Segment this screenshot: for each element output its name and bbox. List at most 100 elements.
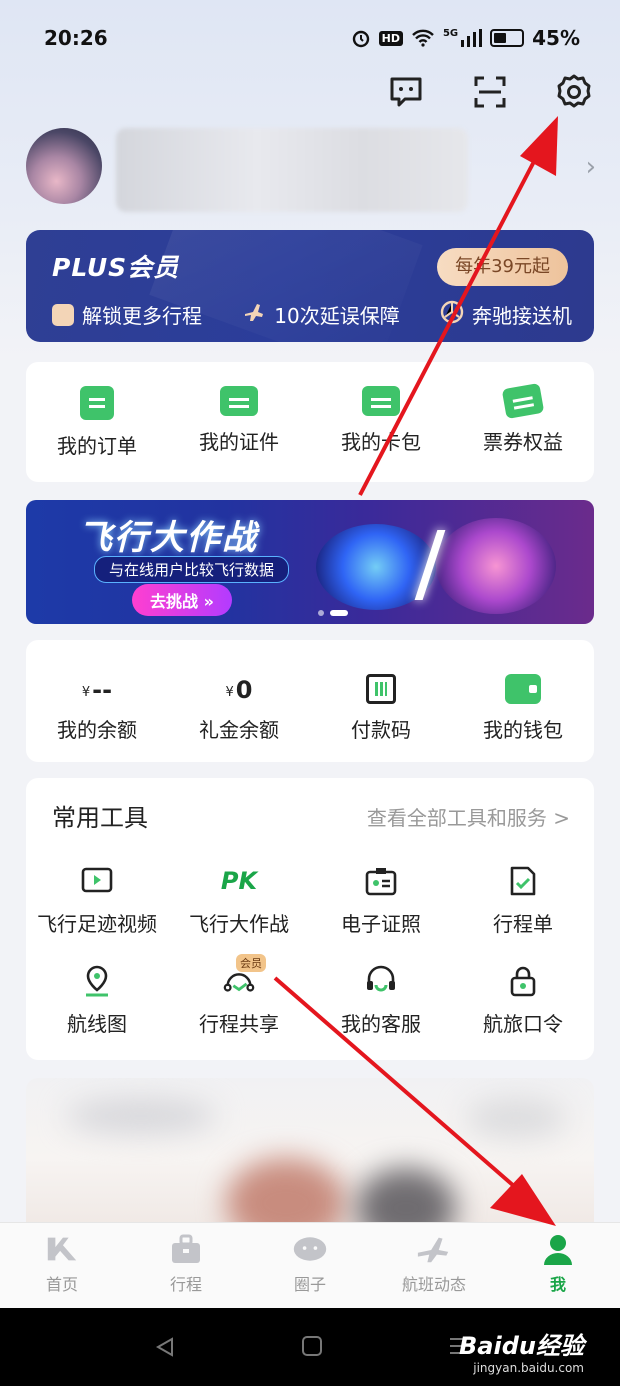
tab-label: 航班动态 xyxy=(401,1275,466,1294)
tab-me[interactable]: 我 xyxy=(496,1223,620,1308)
balance-amount: ¥ -- xyxy=(82,670,112,704)
flight-battle-button[interactable]: PK 飞行大作战 xyxy=(168,864,310,937)
scan-icon[interactable] xyxy=(468,70,512,114)
wallet-label: 礼金余额 xyxy=(199,718,279,742)
benefit-icon xyxy=(440,300,464,329)
back-icon[interactable] xyxy=(154,1336,176,1362)
pk-icon-text: PK xyxy=(220,867,258,895)
challenge-button[interactable]: 去挑战 » xyxy=(132,584,232,616)
avatar[interactable] xyxy=(26,128,102,204)
tab-trips[interactable]: 行程 xyxy=(124,1223,248,1308)
bottom-tab-bar: 首页 行程 圈子 航班动态 我 xyxy=(0,1222,620,1308)
tab-home[interactable]: 首页 xyxy=(0,1223,124,1308)
benefit-item: 奔驰接送机 xyxy=(440,300,572,329)
status-time: 20:26 xyxy=(44,26,108,50)
quick-label: 我的卡包 xyxy=(341,430,421,454)
id-card-icon xyxy=(220,386,258,416)
tool-label: 航旅口令 xyxy=(483,1012,563,1036)
lock-icon xyxy=(506,964,540,998)
hd-badge: HD xyxy=(378,30,403,46)
route-map-button[interactable]: 航线图 xyxy=(26,964,168,1037)
ufo-pink-art xyxy=(436,518,556,614)
view-all-tools-link[interactable]: 查看全部工具和服务 > xyxy=(367,802,570,831)
chevron-right-icon[interactable]: › xyxy=(586,152,596,182)
my-orders-button[interactable]: 我的订单 xyxy=(26,386,168,459)
carousel-dot xyxy=(318,610,324,616)
my-documents-button[interactable]: 我的证件 xyxy=(168,386,310,459)
my-wallet-button[interactable]: 我的钱包 xyxy=(452,670,594,743)
delay-plane-icon xyxy=(242,300,266,329)
watermark-sub: jingyan.baidu.com xyxy=(473,1361,584,1375)
tool-label: 行程共享 xyxy=(199,1012,279,1036)
wallet-card: ¥ -- 我的余额 ¥ 0 礼金余额 付款码 我的钱包 xyxy=(26,640,594,762)
tools-row: 飞行足迹视频 PK 飞行大作战 电子证照 行程单 xyxy=(26,864,594,937)
quick-actions-card: 我的订单 我的证件 我的卡包 票券权益 xyxy=(26,362,594,482)
plus-title: PLUS会员 xyxy=(52,253,180,282)
battery-percent: 45% xyxy=(532,26,580,50)
wifi-icon xyxy=(411,29,435,47)
tool-label: 我的客服 xyxy=(341,1012,421,1036)
travel-password-button[interactable]: 航旅口令 xyxy=(452,964,594,1037)
status-indicators: HD 5G 45% xyxy=(351,26,580,50)
home-nav-icon[interactable] xyxy=(302,1336,322,1356)
person-icon xyxy=(540,1233,576,1265)
carousel-dot-active xyxy=(330,610,348,616)
customer-service-button[interactable]: 我的客服 xyxy=(310,964,452,1037)
suitcase-icon xyxy=(168,1233,204,1265)
tab-circle[interactable]: 圈子 xyxy=(248,1223,372,1308)
wallet-grid: ¥ -- 我的余额 ¥ 0 礼金余额 付款码 我的钱包 xyxy=(26,640,594,743)
my-card-holder-button[interactable]: 我的卡包 xyxy=(310,386,452,459)
promo-banner[interactable]: 飞行大作战 与在线用户比较飞行数据 去挑战 » xyxy=(26,500,594,624)
signal-icon xyxy=(460,29,483,47)
share-trip-icon: 会员 xyxy=(222,954,266,998)
carousel-dots xyxy=(318,610,348,616)
tool-label: 飞行足迹视频 xyxy=(37,912,157,936)
itinerary-icon xyxy=(506,864,540,898)
wallet-icon xyxy=(505,674,541,704)
plane-icon xyxy=(416,1233,452,1265)
currency-symbol: ¥ xyxy=(225,685,234,700)
balance-value: -- xyxy=(92,676,113,704)
coupons-benefits-button[interactable]: 票券权益 xyxy=(452,382,594,459)
quick-label: 我的证件 xyxy=(199,430,279,454)
e-certificate-button[interactable]: 电子证照 xyxy=(310,864,452,937)
plus-price-button[interactable]: 每年39元起 xyxy=(437,248,568,286)
ticket-icon xyxy=(52,303,74,326)
flight-video-button[interactable]: 飞行足迹视频 xyxy=(26,864,168,937)
network-type: 5G xyxy=(442,27,459,39)
coupon-icon xyxy=(501,382,545,420)
tab-flight-status[interactable]: 航班动态 xyxy=(372,1223,496,1308)
plus-benefits: 解锁更多行程 10次延误保障 奔驰接送机 xyxy=(52,300,572,329)
quick-actions-grid: 我的订单 我的证件 我的卡包 票券权益 xyxy=(26,362,594,459)
alarm-icon xyxy=(351,28,371,48)
tools-title: 常用工具 xyxy=(52,804,148,832)
profile-row[interactable]: › xyxy=(26,128,596,212)
gift-balance-button[interactable]: ¥ 0 礼金余额 xyxy=(168,670,310,743)
tools-row: 航线图 会员 行程共享 我的客服 航旅口令 xyxy=(26,954,594,1037)
quick-label: 我的订单 xyxy=(57,434,137,458)
quick-label: 票券权益 xyxy=(483,430,563,454)
tool-label: 电子证照 xyxy=(341,912,421,936)
wallet-label: 我的余额 xyxy=(57,718,137,742)
banner-subtitle: 与在线用户比较飞行数据 xyxy=(94,556,290,583)
pay-code-button[interactable]: 付款码 xyxy=(310,670,452,743)
tool-label: 行程单 xyxy=(493,912,553,936)
blurred-content-card[interactable] xyxy=(26,1078,594,1238)
home-icon xyxy=(44,1233,80,1265)
banner-title: 飞行大作战 xyxy=(78,518,258,558)
headset-icon xyxy=(364,964,398,998)
watermark-main: Baidu经验 xyxy=(459,1332,584,1360)
benefit-label: 解锁更多行程 xyxy=(82,304,202,328)
blur-blob xyxy=(466,1098,566,1138)
watermark: Baidu经验 jingyan.baidu.com xyxy=(459,1326,584,1375)
wallet-label: 付款码 xyxy=(351,718,411,742)
share-trip-button[interactable]: 会员 行程共享 xyxy=(168,954,310,1037)
pk-icon: PK xyxy=(220,864,258,898)
wallet-label: 我的钱包 xyxy=(483,718,563,742)
my-balance-button[interactable]: ¥ -- 我的余额 xyxy=(26,670,168,743)
certificate-icon xyxy=(364,864,398,898)
plus-membership-card[interactable]: PLUS会员 每年39元起 解锁更多行程 10次延误保障 奔驰接送机 xyxy=(26,230,594,342)
settings-icon[interactable] xyxy=(552,70,596,114)
message-icon[interactable] xyxy=(384,70,428,114)
itinerary-button[interactable]: 行程单 xyxy=(452,864,594,937)
